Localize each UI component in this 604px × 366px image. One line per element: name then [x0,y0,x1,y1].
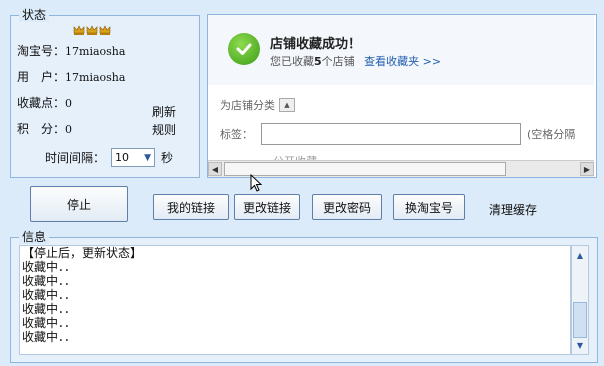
points-value: 0 [65,97,73,110]
success-title: 店铺收藏成功！ [270,37,362,52]
log-line: 【停止后，更新状态】 [22,246,143,260]
log-line: 收藏中．． [22,260,77,274]
log-line: 收藏中．． [22,330,77,344]
score-label: 积 分： [17,122,66,136]
user-row: 用 户：17miaosha [17,70,125,85]
info-group: 信息 【停止后，更新状态】 收藏中．． 收藏中．． 收藏中．． 收藏中．． 收藏… [10,230,598,363]
tag-label: 标签： [220,128,253,141]
crown-icon [99,25,111,35]
username-value: 17miaosha [65,45,126,58]
vertical-scrollbar[interactable]: ▲ ▼ [571,245,589,355]
change-link-button[interactable]: 更改链接 [234,194,300,220]
status-group: 状态 淘宝号：17miaosha 用 户：17miaosha 收藏点：0 积 分… [10,8,200,178]
expand-up-icon[interactable]: ▲ [279,98,295,112]
view-favorites-link[interactable]: 查看收藏夹 >> [364,55,441,68]
change-password-button[interactable]: 更改密码 [312,194,382,220]
log-textarea[interactable]: 【停止后，更新状态】 收藏中．． 收藏中．． 收藏中．． 收藏中．． 收藏中．．… [19,245,571,355]
log-line: 收藏中．． [22,288,77,302]
success-message-box: 店铺收藏成功！ 您已收藏5个店铺 查看收藏夹 >> [208,15,594,85]
username-label: 淘宝号： [17,44,66,58]
interval-label: 时间间隔： [45,151,106,165]
points-row: 收藏点：0 [17,96,72,111]
score-value: 0 [65,123,73,136]
success-suffix: 个店铺 [321,55,355,68]
scroll-right-icon[interactable]: ▶ [580,162,594,176]
scroll-thumb[interactable] [224,162,506,176]
clear-cache-link[interactable]: 清理缓存 [489,201,537,218]
interval-value: 10 [115,151,130,164]
scroll-down-icon[interactable]: ▼ [573,338,587,352]
category-row: 为店铺分类 ▲ [220,97,295,113]
score-row: 积 分：0 [17,122,72,137]
log-line: 收藏中．． [22,316,77,330]
log-line: 收藏中．． [22,302,77,316]
points-label: 收藏点： [17,96,66,110]
stop-button[interactable]: 停止 [30,186,128,222]
username-row: 淘宝号：17miaosha [17,44,125,59]
web-view-panel[interactable]: 店铺收藏成功！ 您已收藏5个店铺 查看收藏夹 >> 为店铺分类 ▲ 标签： (空… [207,14,597,178]
chevron-down-icon: ▼ [144,152,152,163]
rules-link[interactable]: 规则 [152,123,176,137]
scroll-up-icon[interactable]: ▲ [573,248,587,262]
scroll-left-icon[interactable]: ◀ [208,162,222,176]
success-prefix: 您已收藏 [270,55,314,68]
crown-rank [73,24,111,36]
success-check-icon [228,33,260,65]
success-count: 5 [314,55,322,68]
tag-hint: (空格分隔 [527,128,576,141]
horizontal-scrollbar[interactable]: ◀ ▶ [208,160,594,177]
switch-account-button[interactable]: 换淘宝号 [393,194,465,220]
tag-row: 标签： (空格分隔 [220,123,575,145]
crown-icon [73,25,85,35]
user-value: 17miaosha [65,71,126,84]
category-label: 为店铺分类 [220,99,275,112]
interval-row: 时间间隔： 10 ▼ 秒 [45,148,173,167]
tag-input[interactable] [261,123,521,145]
scroll-thumb[interactable] [573,302,587,338]
refresh-link[interactable]: 刷新 [152,105,176,119]
interval-unit: 秒 [161,151,174,165]
user-label: 用 户： [17,70,66,84]
my-links-button[interactable]: 我的链接 [153,194,229,220]
interval-select[interactable]: 10 ▼ [111,148,156,167]
crown-icon [86,25,98,35]
info-group-title: 信息 [19,230,50,244]
log-line: 收藏中．． [22,274,77,288]
status-group-title: 状态 [19,8,50,22]
mouse-cursor-icon [250,174,263,192]
success-subtitle: 您已收藏5个店铺 查看收藏夹 >> [270,53,441,69]
